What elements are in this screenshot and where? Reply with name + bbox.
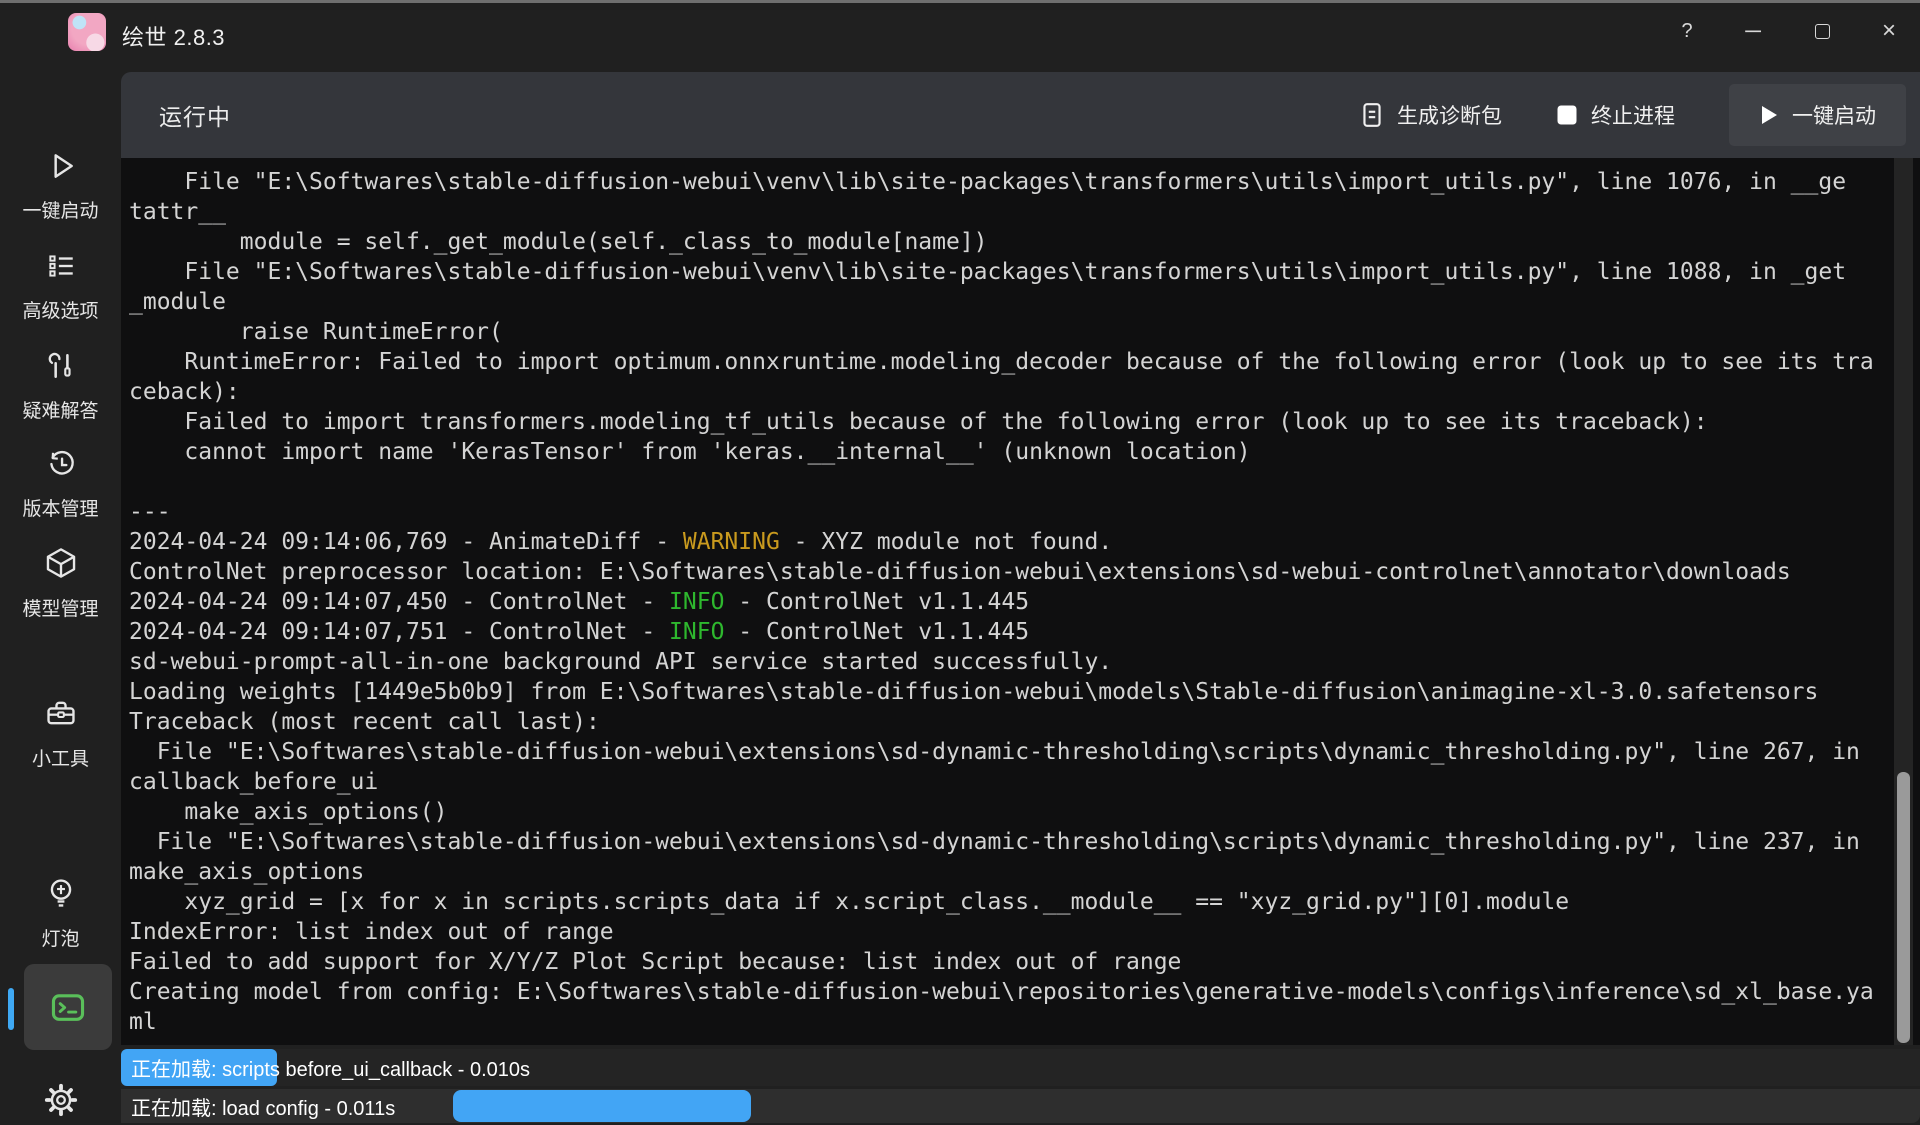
help-button[interactable]: ? xyxy=(1663,9,1711,53)
title-bar: 绘世 2.8.3 ? ─ × xyxy=(0,3,1920,62)
progress-label: 正在加载: scripts before_ui_callback - 0.010… xyxy=(131,1049,530,1086)
console-line: Loading weights [1449e5b0b9] from E:\Sof… xyxy=(129,677,1920,707)
sidebar-item-label: 小工具 xyxy=(32,744,89,771)
list-icon xyxy=(45,250,77,282)
console-line: ceback): xyxy=(129,377,1920,407)
help-icon: ? xyxy=(1681,20,1692,43)
console-line: ControlNet preprocessor location: E:\Sof… xyxy=(129,557,1920,587)
close-button[interactable]: × xyxy=(1865,9,1913,53)
app-window: 绘世 2.8.3 ? ─ × 一键启动 xyxy=(0,0,1920,1125)
sidebar-item-label: 模型管理 xyxy=(22,594,98,621)
progress-bar-scripts: 正在加载: scripts before_ui_callback - 0.010… xyxy=(121,1049,1920,1086)
sidebar-item-tools[interactable]: 小工具 xyxy=(0,696,121,771)
console-line: ml xyxy=(129,1007,1920,1037)
gear-icon xyxy=(44,1083,78,1117)
sidebar-item-bulb[interactable]: 灯泡 xyxy=(0,876,121,951)
console-line: RuntimeError: Failed to import optimum.o… xyxy=(129,347,1920,377)
sidebar-item-label: 一键启动 xyxy=(22,196,98,223)
stop-icon xyxy=(1556,104,1578,126)
app-title: 绘世 2.8.3 xyxy=(122,20,225,52)
main-header: 运行中 生成诊断包 终止进程 一键启动 xyxy=(121,72,1920,158)
terminate-process-label: 终止进程 xyxy=(1591,100,1675,130)
console-line: 2024-04-24 09:14:07,751 - ControlNet - I… xyxy=(129,617,1920,647)
minimize-icon: ─ xyxy=(1745,18,1761,44)
minimize-button[interactable]: ─ xyxy=(1729,9,1777,53)
console-line: File "E:\Softwares\stable-diffusion-webu… xyxy=(129,737,1920,767)
console-line: module = self._get_module(self._class_to… xyxy=(129,227,1920,257)
generate-diagnostic-button[interactable]: 生成诊断包 xyxy=(1360,100,1502,130)
console-line: File "E:\Softwares\stable-diffusion-webu… xyxy=(129,827,1920,857)
box-icon xyxy=(44,546,78,580)
console-line: make_axis_options xyxy=(129,857,1920,887)
sidebar-item-launch[interactable]: 一键启动 xyxy=(0,150,121,223)
header-actions: 生成诊断包 终止进程 一键启动 xyxy=(1360,84,1906,146)
play-icon xyxy=(1759,104,1779,126)
console-line: cannot import name 'KerasTensor' from 'k… xyxy=(129,437,1920,467)
console-line: File "E:\Softwares\stable-diffusion-webu… xyxy=(129,257,1920,287)
sidebar-item-console-selected[interactable] xyxy=(24,964,112,1050)
console-line: make_axis_options() xyxy=(129,797,1920,827)
sidebar: 一键启动 高级选项 疑难解答 xyxy=(0,62,121,1125)
terminate-process-button[interactable]: 终止进程 xyxy=(1556,100,1675,130)
console-line: Failed to add support for X/Y/Z Plot Scr… xyxy=(129,947,1920,977)
console-output[interactable]: File "E:\Softwares\stable-diffusion-webu… xyxy=(121,158,1920,1045)
console-line: tattr__ xyxy=(129,197,1920,227)
sidebar-item-label: 疑难解答 xyxy=(22,396,98,423)
sidebar-item-advanced-options[interactable]: 高级选项 xyxy=(0,250,121,323)
console-line: --- xyxy=(129,497,1920,527)
sidebar-item-label: 灯泡 xyxy=(41,924,79,951)
maximize-button[interactable] xyxy=(1798,9,1846,53)
console-line: 2024-04-24 09:14:06,769 - AnimateDiff - … xyxy=(129,527,1920,557)
selected-indicator xyxy=(8,988,14,1030)
console-line: 2024-04-24 09:14:07,450 - ControlNet - I… xyxy=(129,587,1920,617)
console-line: callback_before_ui xyxy=(129,767,1920,797)
close-icon: × xyxy=(1882,17,1896,45)
sidebar-item-version[interactable]: 版本管理 xyxy=(0,448,121,521)
progress-label: 正在加载: load config - 0.011s xyxy=(131,1089,395,1123)
toolbox-icon xyxy=(44,696,78,730)
console-line xyxy=(129,467,1920,497)
progress-bar-load-config: 正在加载: load config - 0.011s xyxy=(121,1089,1920,1123)
generate-diagnostic-label: 生成诊断包 xyxy=(1397,100,1502,130)
console-line: Failed to import transformers.modeling_t… xyxy=(129,407,1920,437)
bulb-icon xyxy=(44,876,78,910)
console-line: File "E:\Softwares\stable-diffusion-webu… xyxy=(129,167,1920,197)
terminal-icon xyxy=(49,990,87,1024)
document-icon xyxy=(1360,101,1384,129)
one-click-launch-label: 一键启动 xyxy=(1792,100,1876,130)
history-icon xyxy=(45,448,77,480)
play-icon xyxy=(45,150,77,182)
console-scrollbar-thumb[interactable] xyxy=(1897,772,1910,1043)
console-line: Creating model from config: E:\Softwares… xyxy=(129,977,1920,1007)
progress-fill xyxy=(453,1090,751,1122)
sidebar-item-models[interactable]: 模型管理 xyxy=(0,546,121,621)
sidebar-item-troubleshoot[interactable]: 疑难解答 xyxy=(0,350,121,423)
tools-icon xyxy=(45,350,77,382)
console-line: raise RuntimeError( xyxy=(129,317,1920,347)
console-line: xyz_grid = [x for x in scripts.scripts_d… xyxy=(129,887,1920,917)
console-line: _module xyxy=(129,287,1920,317)
sidebar-item-label: 高级选项 xyxy=(22,296,98,323)
app-avatar xyxy=(68,13,106,51)
maximize-icon xyxy=(1815,24,1830,39)
console-line: sd-webui-prompt-all-in-one background AP… xyxy=(129,647,1920,677)
sidebar-item-settings[interactable]: 设置 xyxy=(0,1083,121,1125)
console-line: Traceback (most recent call last): xyxy=(129,707,1920,737)
sidebar-item-label: 版本管理 xyxy=(22,494,98,521)
run-status: 运行中 xyxy=(159,98,231,132)
one-click-launch-button[interactable]: 一键启动 xyxy=(1729,84,1906,146)
console-line: IndexError: list index out of range xyxy=(129,917,1920,947)
